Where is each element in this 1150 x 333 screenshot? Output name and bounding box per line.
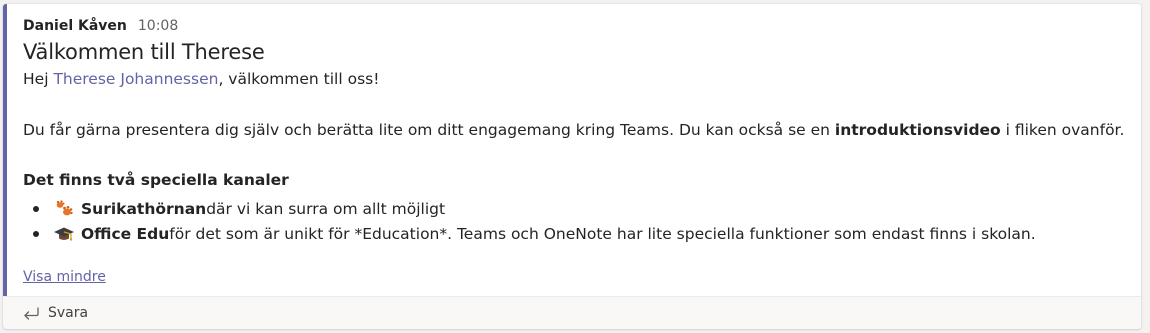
message-accent-bar (3, 4, 7, 329)
channel-description: där vi kan surra om allt möjligt (206, 199, 446, 218)
bullet-icon (33, 206, 39, 212)
reply-label: Svara (48, 305, 89, 321)
intro-video-reference: introduktionsvideo (834, 121, 1001, 139)
user-mention[interactable]: Therese Johannessen (53, 70, 218, 88)
channels-heading: Det finns två speciella kanaler (23, 171, 289, 189)
greeting-suffix: , välkommen till oss! (218, 70, 380, 88)
greeting-prefix: Hej (23, 70, 54, 88)
message-header: Daniel Kåven 10:08 (23, 18, 178, 34)
list-item: Surikathörnan där vi kan surra om allt m… (33, 196, 1036, 221)
greeting-line: Hej Therese Johannessen, välkommen till … (23, 70, 379, 88)
reply-button[interactable]: Svara (3, 296, 1141, 329)
show-less-link[interactable]: Visa mindre (23, 269, 106, 285)
channel-name: Office Edu (81, 224, 170, 243)
channel-name: Surikathörnan (81, 199, 207, 218)
reply-arrow-icon (22, 305, 40, 321)
message-subject: Välkommen till Therese (23, 40, 265, 64)
channel-list: Surikathörnan där vi kan surra om allt m… (33, 196, 1036, 246)
intro-text-before: Du får gärna presentera dig själv och be… (23, 121, 835, 139)
intro-text-after: i fliken ovanför. (1000, 121, 1125, 139)
channel-description: för det som är unikt för *Education*. Te… (169, 224, 1036, 243)
author-name[interactable]: Daniel Kåven (23, 18, 127, 34)
graduation-cap-emoji-icon (53, 224, 75, 244)
intro-paragraph: Du får gärna presentera dig själv och be… (23, 121, 1124, 139)
bullet-icon (33, 231, 39, 237)
message-card: Daniel Kåven 10:08 Välkommen till Theres… (3, 4, 1141, 329)
list-item: Office Edu för det som är unikt för *Edu… (33, 221, 1036, 246)
meerkat-paw-emoji-icon (53, 199, 75, 219)
message-timestamp: 10:08 (137, 18, 179, 34)
